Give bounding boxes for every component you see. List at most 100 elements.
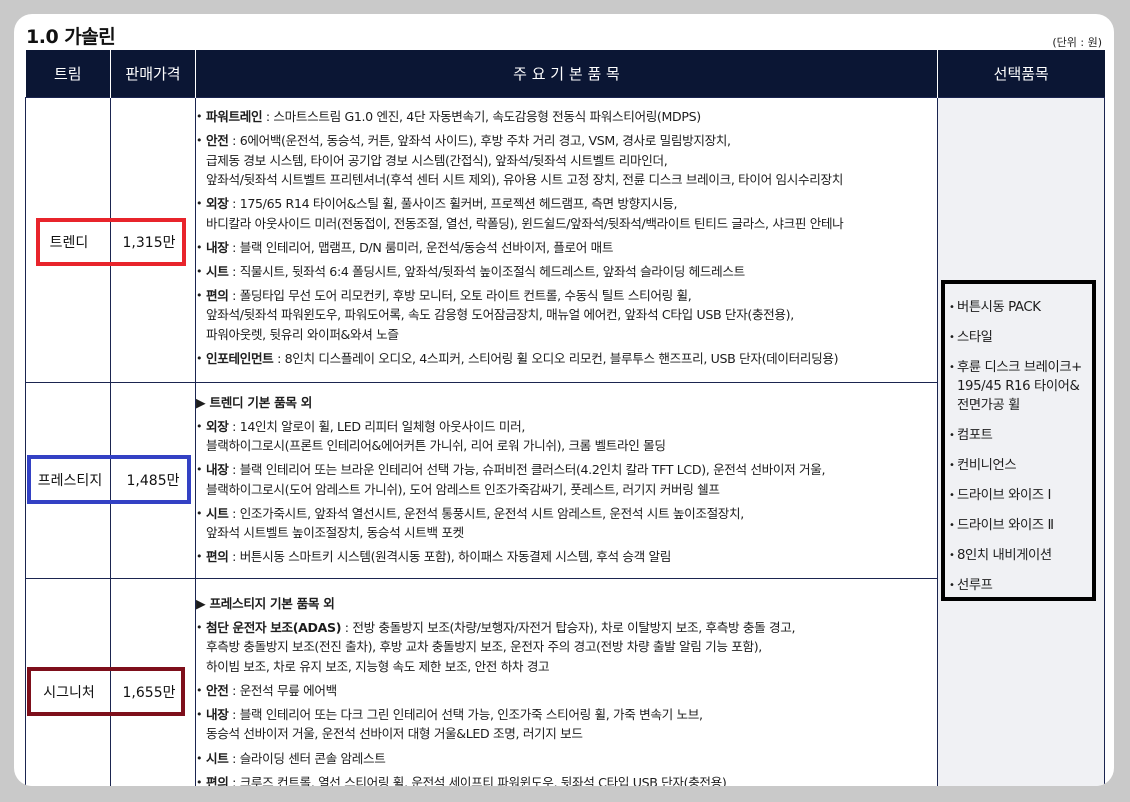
feature-item: 편의 : 버튼시동 스마트키 시스템(원격시동 포함), 하이패스 자동결제 시… [196,547,937,567]
feature-category: 외장 [206,196,229,212]
feature-text: 후측방 충돌방지 보조(전진 출차), 후방 교차 충돌방지 보조, 운전자 주… [206,639,762,655]
feature-list: 첨단 운전자 보조(ADAS) : 전방 충돌방지 보조(차량/보행자/자전거 … [196,618,937,786]
feature-category: 인포테인먼트 [206,350,274,366]
feature-category: 내장 [206,462,229,478]
unit-note: (단위 : 원) [1052,36,1102,49]
feature-text: 인조가죽시트, 앞좌석 열선시트, 운전석 통풍시트, 운전석 시트 암레스트,… [239,505,745,521]
feature-text: 블랙 인테리어 또는 브라운 인테리어 선택 가능, 슈퍼비전 클러스터(4.2… [239,462,826,478]
feature-text: 하이빔 보조, 차로 유지 보조, 지능형 속도 제한 보조, 안전 하차 경고 [206,658,550,674]
feature-item: 바디칼라 아웃사이드 미러(전동접이, 전동조절, 열선, 락폴딩), 윈드쉴드… [196,214,937,234]
option-item: 드라이브 와이즈 Ⅰ [949,486,1092,505]
feature-item: 급제동 경보 시스템, 타이어 공기압 경보 시스템(간접식), 앞좌석/뒷좌석… [196,151,937,171]
main-items-cell: ▶ 트렌디 기본 품목 외 외장 : 14인치 알로이 휠, LED 리피터 일… [195,382,938,579]
trim-name: 프레스티지 [37,473,103,489]
feature-category: 시트 [206,505,229,521]
feature-item: 동승석 선바이저 거울, 운전석 선바이저 대형 거울&LED 조명, 러기지 … [196,724,937,744]
feature-item: 시트 : 인조가죽시트, 앞좌석 열선시트, 운전석 통풍시트, 운전석 시트 … [196,504,937,524]
feature-text: 크루즈 컨트롤, 열선 스티어링 휠, 운전석 세이프티 파워윈도우, 뒷좌석 … [239,774,727,786]
feature-text: 폴딩타입 무선 도어 리모컨키, 후방 모니터, 오토 라이트 컨트롤, 수동식… [239,287,692,303]
inherit-note: ▶ 프레스티지 기본 품목 외 [196,595,335,611]
feature-category: 내장 [206,239,229,255]
feature-category: 편의 [206,774,229,786]
table-header-row: 트림 판매가격 주 요 기 본 품 목 선택품목 [25,50,1105,98]
feature-text: 14인치 알로이 휠, LED 리피터 일체형 아웃사이드 미러, [239,418,526,434]
spec-card: 1.0 가솔린 (단위 : 원) 트림 판매가격 주 요 기 본 품 목 선택품… [14,14,1114,786]
feature-category: 안전 [206,682,229,698]
feature-text: 앞좌석/뒷좌석 파워윈도우, 파워도어록, 속도 감응형 도어잠금장치, 매뉴얼… [206,307,794,323]
feature-item: 파워아웃렛, 뒷유리 와이퍼&와셔 노즐 [196,325,937,345]
trim-price: 1,485만 [126,473,180,489]
feature-item: 편의 : 크루즈 컨트롤, 열선 스티어링 휠, 운전석 세이프티 파워윈도우,… [196,773,937,786]
feature-item: 블랙하이그로시(프론트 인테리어&에어커튼 가니쉬, 리어 로워 가니쉬), 크… [196,436,937,456]
feature-item: 외장 : 14인치 알로이 휠, LED 리피터 일체형 아웃사이드 미러, [196,417,937,437]
main-items-cell: ▶ 프레스티지 기본 품목 외 첨단 운전자 보조(ADAS) : 전방 충돌방… [195,578,938,786]
feature-item: 내장 : 블랙 인테리어 또는 다크 그린 인테리어 선택 가능, 인조가죽 스… [196,705,937,725]
feature-category: 편의 [206,287,229,303]
feature-text: 버튼시동 스마트키 시스템(원격시동 포함), 하이패스 자동결제 시스템, 후… [239,549,672,565]
header-price: 판매가격 [110,50,196,98]
feature-category: 편의 [206,549,229,565]
feature-category: 시트 [206,750,229,766]
option-item: 스타일 [949,328,1092,347]
feature-item: 앞좌석/뒷좌석 시트벨트 프리텐셔너(후석 센터 시트 제외), 유아용 시트 … [196,170,937,190]
feature-category: 파워트레인 [206,108,263,124]
feature-text: 블랙하이그로시(도어 암레스트 가니쉬), 도어 암레스트 인조가죽감싸기, 풋… [206,481,720,497]
feature-item: 내장 : 블랙 인테리어 또는 브라운 인테리어 선택 가능, 슈퍼비전 클러스… [196,460,937,480]
feature-category: 안전 [206,133,229,149]
trim-name: 시그니처 [43,685,95,701]
feature-text: 파워아웃렛, 뒷유리 와이퍼&와셔 노즐 [206,326,399,342]
feature-text: 앞좌석/뒷좌석 시트벨트 프리텐셔너(후석 센터 시트 제외), 유아용 시트 … [206,172,843,188]
trim-name: 트렌디 [49,235,89,251]
feature-list: 파워트레인 : 스마트스트림 G1.0 엔진, 4단 자동변속기, 속도감응형 … [196,107,937,369]
feature-item: 편의 : 폴딩타입 무선 도어 리모컨키, 후방 모니터, 오토 라이트 컨트롤… [196,286,937,306]
feature-text: 앞좌석 시트벨트 높이조절장치, 동승석 시트백 포켓 [206,525,464,541]
option-item: 버튼시동 PACK [949,298,1092,317]
option-item: 선루프 [949,576,1092,595]
feature-item: 시트 : 직물시트, 뒷좌석 6:4 폴딩시트, 앞좌석/뒷좌석 높이조절식 헤… [196,262,937,282]
feature-text: 175/65 R14 타이어&스틸 휠, 풀사이즈 휠커버, 프로젝션 헤드램프… [239,196,678,212]
feature-item: 파워트레인 : 스마트스트림 G1.0 엔진, 4단 자동변속기, 속도감응형 … [196,107,937,127]
option-item: 후륜 디스크 브레이크+ 195/45 R16 타이어& 전면가공 휠 [949,358,1092,415]
feature-category: 내장 [206,706,229,722]
header-trim: 트림 [25,50,111,98]
feature-item: 앞좌석/뒷좌석 파워윈도우, 파워도어록, 속도 감응형 도어잠금장치, 매뉴얼… [196,305,937,325]
header-options: 선택품목 [937,50,1105,98]
feature-item: 시트 : 슬라이딩 센터 콘솔 암레스트 [196,749,937,769]
feature-text: 슬라이딩 센터 콘솔 암레스트 [239,750,386,766]
option-item: 컨비니언스 [949,456,1092,475]
feature-text: 동승석 선바이저 거울, 운전석 선바이저 대형 거울&LED 조명, 러기지 … [206,726,583,742]
feature-item: 안전 : 6에어백(운전석, 동승석, 커튼, 앞좌석 사이드), 후방 주차 … [196,131,937,151]
option-list: 버튼시동 PACK 스타일후륜 디스크 브레이크+ 195/45 R16 타이어&… [941,280,1096,601]
feature-item: 내장 : 블랙 인테리어, 맵램프, D/N 룸미러, 운전석/동승석 선바이저… [196,238,937,258]
section-title: 1.0 가솔린 [26,26,116,48]
feature-item: 후측방 충돌방지 보조(전진 출차), 후방 교차 충돌방지 보조, 운전자 주… [196,637,937,657]
feature-item: 하이빔 보조, 차로 유지 보조, 지능형 속도 제한 보조, 안전 하차 경고 [196,657,937,677]
feature-item: 외장 : 175/65 R14 타이어&스틸 휠, 풀사이즈 휠커버, 프로젝션… [196,194,937,214]
main-items-cell: 파워트레인 : 스마트스트림 G1.0 엔진, 4단 자동변속기, 속도감응형 … [195,97,938,383]
feature-text: 블랙 인테리어, 맵램프, D/N 룸미러, 운전석/동승석 선바이저, 플로어… [239,239,614,255]
feature-text: 블랙 인테리어 또는 다크 그린 인테리어 선택 가능, 인조가죽 스티어링 휠… [239,706,703,722]
feature-item: 첨단 운전자 보조(ADAS) : 전방 충돌방지 보조(차량/보행자/자전거 … [196,618,937,638]
feature-category: 첨단 운전자 보조(ADAS) [206,619,342,635]
feature-item: 인포테인먼트 : 8인치 디스플레이 오디오, 4스피커, 스티어링 휠 오디오… [196,349,937,369]
inherit-note: ▶ 트렌디 기본 품목 외 [196,394,313,410]
option-item: 드라이브 와이즈 Ⅱ [949,516,1092,535]
feature-text: 6에어백(운전석, 동승석, 커튼, 앞좌석 사이드), 후방 주차 거리 경고… [239,133,731,149]
feature-text: 직물시트, 뒷좌석 6:4 폴딩시트, 앞좌석/뒷좌석 높이조절식 헤드레스트,… [239,263,746,279]
trim-price: 1,315만 [122,235,176,251]
feature-text: 스마트스트림 G1.0 엔진, 4단 자동변속기, 속도감응형 전동식 파워스티… [273,108,701,124]
feature-item: 앞좌석 시트벨트 높이조절장치, 동승석 시트백 포켓 [196,523,937,543]
feature-text: 블랙하이그로시(프론트 인테리어&에어커튼 가니쉬, 리어 로워 가니쉬), 크… [206,438,666,454]
trim-price: 1,655만 [122,685,176,701]
feature-text: 전방 충돌방지 보조(차량/보행자/자전거 탑승자), 차로 이탈방지 보조, … [352,619,796,635]
feature-list: 외장 : 14인치 알로이 휠, LED 리피터 일체형 아웃사이드 미러,블랙… [196,417,937,567]
option-item: 컴포트 [949,426,1092,445]
header-main-items: 주 요 기 본 품 목 [195,50,938,98]
feature-item: 블랙하이그로시(도어 암레스트 가니쉬), 도어 암레스트 인조가죽감싸기, 풋… [196,480,937,500]
option-item: 8인치 내비게이션 [949,546,1092,565]
feature-category: 외장 [206,418,229,434]
feature-text: 8인치 디스플레이 오디오, 4스피커, 스티어링 휠 오디오 리모컨, 블루투… [284,350,839,366]
feature-category: 시트 [206,263,229,279]
feature-text: 급제동 경보 시스템, 타이어 공기압 경보 시스템(간접식), 앞좌석/뒷좌석… [206,152,668,168]
feature-text: 바디칼라 아웃사이드 미러(전동접이, 전동조절, 열선, 락폴딩), 윈드쉴드… [206,215,844,231]
